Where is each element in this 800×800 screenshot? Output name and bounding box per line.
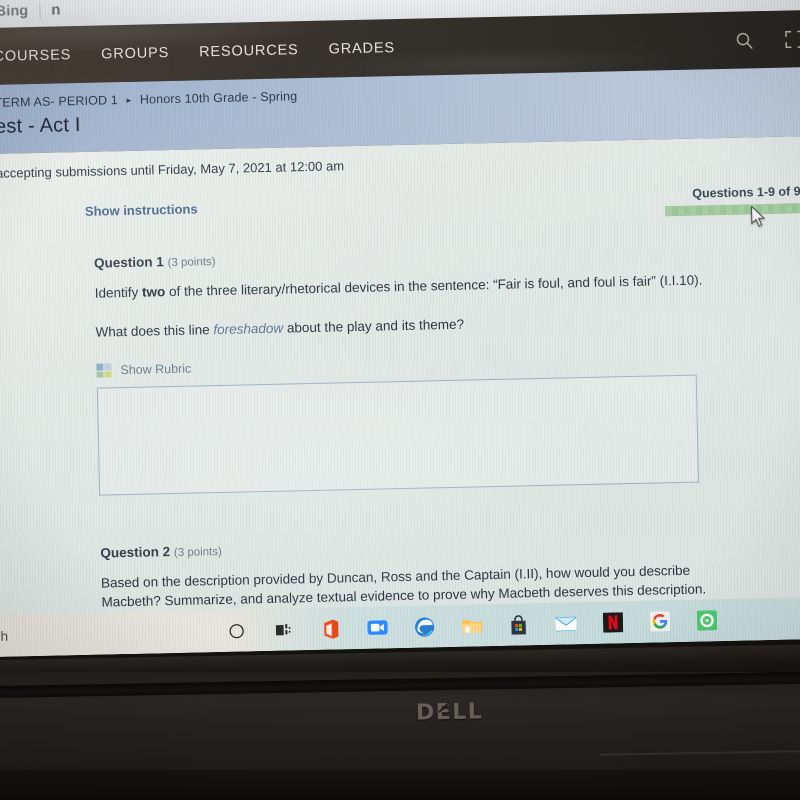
dell-brand-logo: DELL (416, 699, 484, 725)
omnibar-typed-text: n (51, 1, 61, 19)
nav-groups[interactable]: GROUPS (101, 45, 169, 62)
microsoft-store-icon[interactable] (506, 612, 532, 638)
fullscreen-icon[interactable] (783, 28, 800, 50)
progress-bar-fill (665, 202, 800, 216)
show-instructions-link[interactable]: Show instructions (85, 201, 198, 218)
question-1-title: Question 1 (93, 254, 164, 271)
question-1-followup-pre: What does this line (95, 322, 214, 340)
mouse-cursor (751, 206, 766, 227)
nav-grades[interactable]: GRADES (328, 40, 395, 57)
question-1-prompt: Identify two of the three literary/rheto… (95, 270, 703, 302)
dell-letter-e: E (435, 699, 453, 726)
question-1-followup-italic: foreshadow (213, 320, 284, 338)
zoom-icon[interactable] (365, 615, 391, 641)
question-1-followup: What does this line foreshadow about the… (95, 310, 703, 342)
question-1-prompt-bold: two (141, 284, 166, 300)
search-icon[interactable] (733, 29, 755, 51)
cortana-icon[interactable] (224, 618, 250, 644)
due-date-note: accepting submissions until Friday, May … (0, 158, 345, 181)
question-1-points: (3 points) (167, 256, 216, 270)
deck-front-lip (0, 770, 800, 800)
task-view-icon[interactable] (271, 617, 297, 643)
question-2-points: (3 points) (173, 545, 223, 560)
question-2: Question 2 (3 points) Based on the descr… (100, 532, 721, 612)
question-1-prompt-pre: Identify (94, 284, 143, 301)
page-title: est - Act I (0, 113, 81, 138)
question-2-heading: Question 2 (3 points) (100, 532, 720, 561)
google-icon[interactable] (647, 609, 673, 635)
show-rubric-label: Show Rubric (120, 361, 192, 378)
show-rubric-row[interactable]: Show Rubric (96, 362, 191, 378)
breadcrumb-course[interactable]: TERM AS- PERIOD 1 (0, 93, 118, 110)
breadcrumb: TERM AS- PERIOD 1 ▸ Honors 10th Grade - … (0, 89, 297, 110)
file-explorer-icon[interactable] (459, 613, 485, 639)
dell-letters-ll: LL (452, 699, 484, 725)
office-icon[interactable] (318, 616, 344, 642)
rubric-grid-icon (96, 363, 112, 378)
question-1: Question 1 (3 points) Identify two of th… (94, 242, 704, 342)
nav-courses[interactable]: COURSES (0, 47, 71, 65)
omnibar-engine-label: Search Bing (0, 2, 29, 21)
netflix-icon[interactable] (600, 610, 626, 636)
assessment-body: accepting submissions until Friday, May … (0, 134, 800, 658)
dell-letter-d: D (415, 700, 436, 726)
spotify-icon[interactable] (694, 608, 720, 634)
nav-resources[interactable]: RESOURCES (199, 42, 299, 60)
taskbar-search-text[interactable]: o search (0, 628, 8, 644)
question-2-title: Question 2 (100, 544, 171, 561)
pager-label: Questions 1-9 of 9 | Page 1 of (692, 183, 800, 201)
question-1-answer-field[interactable] (96, 374, 700, 496)
progress-bar (664, 201, 800, 217)
omnibar-divider (39, 2, 41, 19)
question-1-heading: Question 1 (3 points) (93, 242, 702, 271)
edge-icon[interactable] (412, 614, 438, 640)
chevron-right-icon: ▸ (126, 94, 132, 105)
question-1-followup-post: about the play and its theme? (282, 316, 465, 336)
breadcrumb-section[interactable]: Honors 10th Grade - Spring (140, 89, 298, 106)
question-pager: Questions 1-9 of 9 | Page 1 of (664, 183, 800, 217)
laptop-screen-photo: Search Bing n COURSES GROUPS RESOURCES G… (0, 0, 800, 800)
question-1-prompt-post: of the three literary/rhetorical devices… (165, 272, 703, 300)
mail-icon[interactable] (553, 611, 579, 637)
screen-surface: Search Bing n COURSES GROUPS RESOURCES G… (0, 0, 800, 658)
